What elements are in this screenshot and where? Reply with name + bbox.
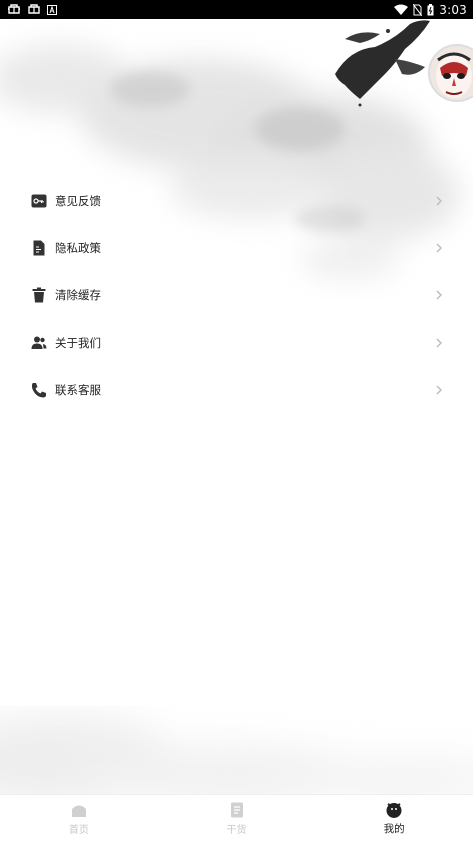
chevron-right-icon (435, 242, 443, 254)
tab-profile[interactable]: 我的 (315, 795, 473, 842)
status-time: 3:03 (439, 2, 467, 17)
phone-icon (31, 382, 47, 398)
chevron-right-icon (435, 384, 443, 396)
wifi-icon (394, 4, 409, 15)
tab-label: 首页 (68, 825, 89, 836)
chevron-right-icon (435, 195, 443, 207)
tab-home[interactable]: 首页 (0, 795, 158, 842)
menu-item-label: 清除缓存 (55, 288, 101, 303)
key-icon (31, 193, 47, 209)
menu-item-label: 隐私政策 (55, 241, 101, 256)
trash-icon (31, 287, 47, 303)
menu-item-feedback[interactable]: 意见反馈 (0, 177, 473, 224)
menu-item-label: 关于我们 (55, 335, 101, 350)
article-icon (228, 801, 246, 819)
chevron-right-icon (435, 337, 443, 349)
bug-icon (27, 3, 41, 16)
tab-label: 干货 (226, 825, 247, 836)
font-a-icon (47, 4, 57, 15)
tab-articles[interactable]: 干货 (158, 795, 316, 842)
battery-icon (427, 3, 434, 16)
users-icon (31, 335, 47, 351)
status-right: 3:03 (394, 3, 467, 17)
profile-icon (385, 801, 403, 819)
menu-item-label: 意见反馈 (55, 193, 101, 208)
home-icon (70, 801, 88, 819)
status-bar: 3:03 (0, 0, 473, 19)
menu-item-clear-cache[interactable]: 清除缓存 (0, 272, 473, 319)
bottom-navigation: 首页 干货 我的 (0, 794, 473, 842)
menu-item-label: 联系客服 (55, 383, 101, 398)
ink-wash-background-bottom (0, 640, 473, 796)
menu-item-about-us[interactable]: 关于我们 (0, 319, 473, 366)
settings-menu: 意见反馈 隐私政策 清除缓存 关于我们 联系客服 (0, 177, 473, 414)
menu-item-privacy-policy[interactable]: 隐私政策 (0, 224, 473, 271)
chevron-right-icon (435, 289, 443, 301)
no-sim-icon (413, 3, 423, 16)
tab-label: 我的 (383, 823, 405, 835)
status-left (7, 3, 57, 16)
menu-item-contact-support[interactable]: 联系客服 (0, 367, 473, 414)
document-icon (31, 240, 47, 256)
bug-icon (7, 3, 21, 16)
